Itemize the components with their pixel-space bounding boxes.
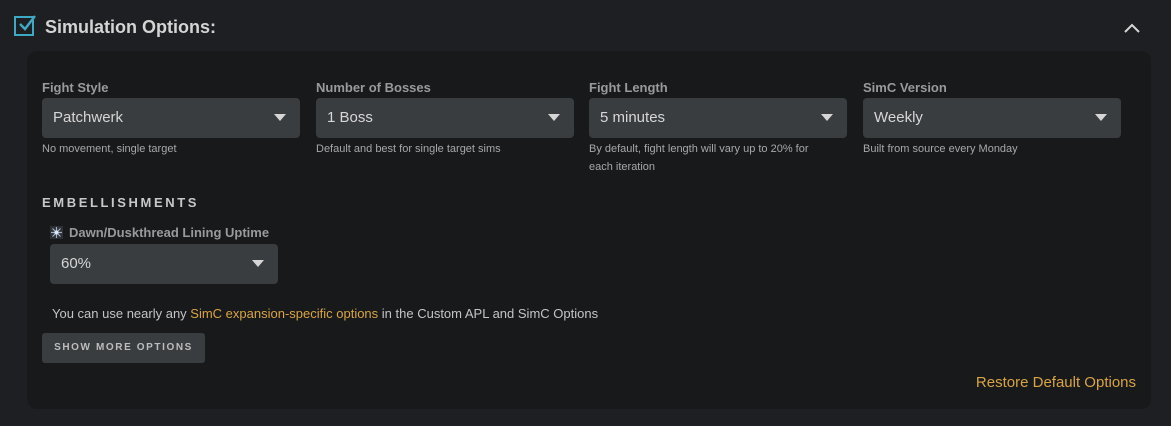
restore-default-options-link[interactable]: Restore Default Options [976,374,1136,391]
fight-length-value: 5 minutes [600,109,666,126]
dawn-duskthread-icon [50,226,63,239]
fight-length-select[interactable]: 5 minutes [589,98,847,138]
info-text: You can use nearly any SimC expansion-sp… [52,306,598,321]
simc-version-field: SimC Version Weekly Built from source ev… [863,79,1121,158]
simc-version-label: SimC Version [863,80,947,95]
fight-style-value: Patchwerk [53,109,124,126]
simc-options-link[interactable]: SimC expansion-specific options [190,306,378,321]
info-prefix: You can use nearly any [52,306,191,321]
fight-style-select[interactable]: Patchwerk [42,98,300,138]
fight-style-label: Fight Style [42,80,109,95]
caret-down-icon [1095,114,1107,121]
info-suffix: in the Custom APL and SimC Options [378,306,599,321]
section-header: Simulation Options: [0,0,1171,56]
simc-version-help: Built from source every Monday [863,143,1018,155]
chevron-up-icon[interactable] [1122,20,1142,36]
embellishment-uptime-select[interactable]: 60% [50,244,278,284]
fight-length-field: Fight Length 5 minutes By default, fight… [589,79,847,176]
checkmark-icon [19,15,36,31]
number-of-bosses-help: Default and best for single target sims [316,143,501,155]
section-enabled-checkbox[interactable] [14,15,36,36]
fight-style-field: Fight Style Patchwerk No movement, singl… [42,79,300,158]
section-title: Simulation Options: [45,17,216,37]
show-more-options-button[interactable]: SHOW MORE OPTIONS [42,333,205,363]
number-of-bosses-label: Number of Bosses [316,80,431,95]
embellishment-item-text: Dawn/Duskthread Lining Uptime [69,225,270,240]
embellishment-item-label: Dawn/Duskthread Lining Uptime [50,224,269,242]
number-of-bosses-value: 1 Boss [327,109,373,126]
caret-down-icon [548,114,560,121]
caret-down-icon [274,114,286,121]
number-of-bosses-select[interactable]: 1 Boss [316,98,574,138]
embellishment-uptime-value: 60% [61,255,92,272]
fight-length-label: Fight Length [589,80,668,95]
simc-version-select[interactable]: Weekly [863,98,1121,138]
caret-down-icon [252,260,264,267]
embellishments-heading: EMBELLISHMENTS [42,195,200,210]
fight-style-help: No movement, single target [42,143,177,155]
simc-version-value: Weekly [874,109,923,126]
fight-length-help: By default, fight length will vary up to… [589,143,809,173]
caret-down-icon [821,114,833,121]
number-of-bosses-field: Number of Bosses 1 Boss Default and best… [316,79,574,158]
